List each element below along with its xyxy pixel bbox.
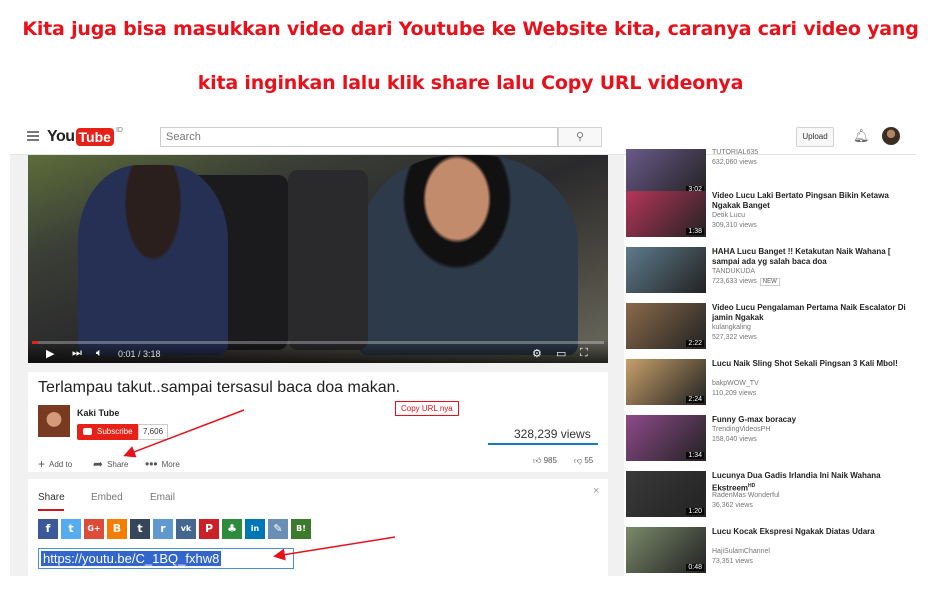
annotation-arrows — [123, 409, 396, 561]
arrow-to-url — [273, 536, 396, 561]
arrow-to-share — [123, 409, 245, 458]
